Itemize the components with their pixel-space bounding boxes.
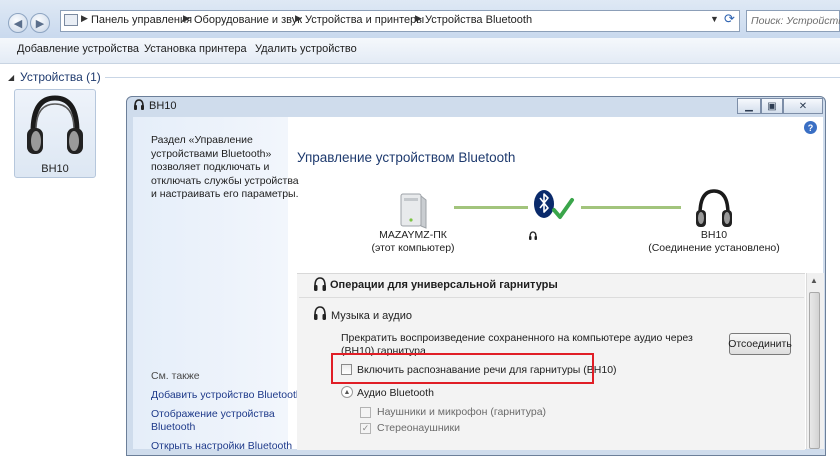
annotation-highlight-box <box>331 353 594 384</box>
headset-mic-checkbox[interactable] <box>360 407 371 418</box>
device-tile-bh10[interactable]: BH10 <box>14 89 96 178</box>
section-music-audio: Музыка и аудио <box>331 310 412 322</box>
section-headset-operations: Операции для универсальной гарнитуры <box>330 279 558 291</box>
headphones-icon <box>696 189 732 227</box>
search-input[interactable]: Поиск: Устройства Bl <box>746 10 840 32</box>
stereo-headphones-label: Стереонаушники <box>377 422 460 434</box>
computer-name: MAZAYMZ-ПК <box>379 229 447 241</box>
disconnect-button[interactable]: Отсоединить <box>728 333 792 355</box>
maximize-button[interactable]: ▣ <box>761 98 783 114</box>
left-pane-description-line: и настраивать его параметры. <box>151 188 299 200</box>
headset-small-icon <box>529 231 537 240</box>
headphones-icon <box>134 99 144 110</box>
stereo-headphones-checkbox[interactable]: ✓ <box>360 423 371 434</box>
headset-icon <box>314 277 326 291</box>
scroll-up-icon[interactable]: ▲ <box>810 276 818 285</box>
computer-icon <box>400 193 427 229</box>
left-pane-description-line: отключать службы устройства <box>151 174 299 187</box>
search-placeholder: Поиск: Устройства Bl <box>751 15 840 27</box>
minimize-button[interactable]: ▁ <box>737 98 761 114</box>
collapse-audio-icon[interactable]: ▲ <box>341 386 353 398</box>
see-also-heading: См. также <box>151 370 200 382</box>
breadcrumb-separator-icon: ▶ <box>183 13 190 23</box>
show-bluetooth-device-link[interactable]: Отображение устройства <box>151 408 275 422</box>
address-dropdown-icon[interactable]: ▼ <box>710 14 719 24</box>
audio-bluetooth-label: Аудио Bluetooth <box>357 387 434 399</box>
left-pane-description-line: Раздел «Управление <box>151 134 253 146</box>
scrollbar-thumb[interactable] <box>809 292 820 449</box>
section-divider <box>299 297 804 298</box>
connection-line <box>581 206 681 209</box>
computer-sub: (этот компьютер) <box>371 242 455 254</box>
headset-mic-label: Наушники и микрофон (гарнитура) <box>377 406 547 418</box>
collapse-group-icon[interactable]: ◢ <box>8 73 14 82</box>
left-pane-description-line: устройствами Bluetooth» <box>151 147 272 160</box>
refresh-icon[interactable]: ⟳ <box>724 11 735 27</box>
back-button[interactable]: ◀ <box>8 13 28 33</box>
left-pane-description-line: позволяет подключать и <box>151 161 270 173</box>
headset-status: (Соединение установлено) <box>648 242 780 254</box>
dialog-heading: Управление устройством Bluetooth <box>297 150 516 165</box>
breadcrumb-bluetooth-devices[interactable]: Устройства Bluetooth <box>425 14 532 26</box>
breadcrumb-separator-icon: ▶ <box>81 13 88 23</box>
dialog-title: BH10 <box>149 100 177 112</box>
device-label: BH10 <box>41 163 69 175</box>
connection-line <box>454 206 528 209</box>
close-button[interactable]: ✕ <box>783 98 823 114</box>
breadcrumb-separator-icon: ▶ <box>295 13 302 23</box>
breadcrumb-separator-icon: ▶ <box>415 13 422 23</box>
open-bluetooth-settings-link[interactable]: Открыть настройки Bluetooth <box>151 440 292 454</box>
show-bluetooth-device-link-cont[interactable]: Bluetooth <box>151 421 195 435</box>
add-printer-button[interactable]: Установка принтера <box>144 43 247 55</box>
help-icon[interactable]: ? <box>804 121 817 134</box>
control-panel-icon <box>64 14 78 26</box>
breadcrumb-devices-printers[interactable]: Устройства и принтеры <box>305 14 424 26</box>
headphones-icon <box>27 95 83 154</box>
breadcrumb-hardware-sound[interactable]: Оборудование и звук <box>194 14 302 26</box>
breadcrumb-control-panel[interactable]: Панель управления <box>91 14 192 26</box>
headset-name: BH10 <box>700 229 728 241</box>
group-divider <box>105 77 840 78</box>
forward-button[interactable]: ▶ <box>30 13 50 33</box>
headphones-icon <box>314 306 326 320</box>
add-device-button[interactable]: Добавление устройства <box>17 43 139 55</box>
add-bluetooth-device-link[interactable]: Добавить устройство Bluetooth <box>151 389 302 403</box>
remove-device-button[interactable]: Удалить устройство <box>255 43 357 55</box>
group-header: Устройства (1) <box>20 70 101 84</box>
bluetooth-icon <box>534 190 574 219</box>
music-description-line: Прекратить воспроизведение сохраненного … <box>341 332 693 344</box>
